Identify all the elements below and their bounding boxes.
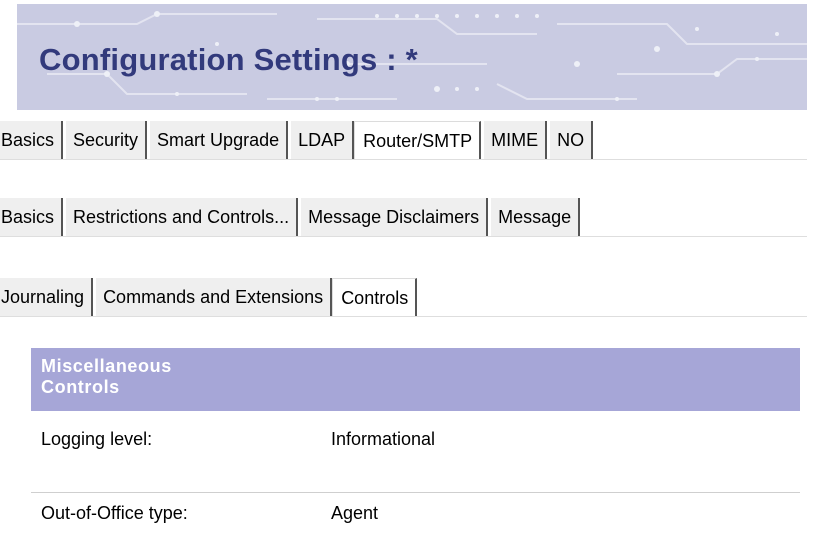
setting-value[interactable]: Agent [331, 503, 378, 524]
tabbar-tertiary: Journaling Commands and Extensions Contr… [0, 278, 807, 316]
tabbar-primary: Basics Security Smart Upgrade LDAP Route… [0, 121, 807, 159]
tab-message-disclaimers[interactable]: Message Disclaimers [301, 198, 489, 236]
setting-row-logging-level: Logging level: Informational [31, 411, 800, 473]
setting-row-out-of-office-type: Out-of-Office type: Agent [31, 485, 800, 547]
tab-journaling[interactable]: Journaling [0, 278, 94, 316]
tabbar-divider [0, 316, 807, 317]
section-title-line2: Controls [41, 377, 120, 397]
page-title: Configuration Settings : * [39, 42, 418, 77]
tab-controls[interactable]: Controls [332, 278, 418, 316]
tab-basics[interactable]: Basics [0, 121, 64, 159]
tab-message[interactable]: Message [491, 198, 581, 236]
tab-security[interactable]: Security [66, 121, 148, 159]
tab-router-smtp[interactable]: Router/SMTP [354, 121, 482, 159]
tab-router-basics[interactable]: Basics [0, 198, 64, 236]
section-title-line1: Miscellaneous [41, 356, 172, 376]
setting-label: Out-of-Office type: [41, 503, 188, 523]
setting-label: Logging level: [41, 429, 153, 449]
tab-restrictions-and-controls[interactable]: Restrictions and Controls... [66, 198, 299, 236]
tab-mime[interactable]: MIME [484, 121, 548, 159]
section-header: Miscellaneous Controls [31, 348, 800, 411]
tab-ldap[interactable]: LDAP [291, 121, 355, 159]
tab-commands-and-extensions[interactable]: Commands and Extensions [96, 278, 333, 316]
tabbar-divider [0, 236, 807, 237]
tab-smart-upgrade[interactable]: Smart Upgrade [150, 121, 289, 159]
setting-value[interactable]: Informational [331, 429, 435, 450]
header-banner: Configuration Settings : * [17, 4, 807, 110]
tabbar-divider [0, 159, 807, 160]
tab-notes[interactable]: NO [550, 121, 594, 159]
tabbar-secondary: Basics Restrictions and Controls... Mess… [0, 198, 807, 236]
